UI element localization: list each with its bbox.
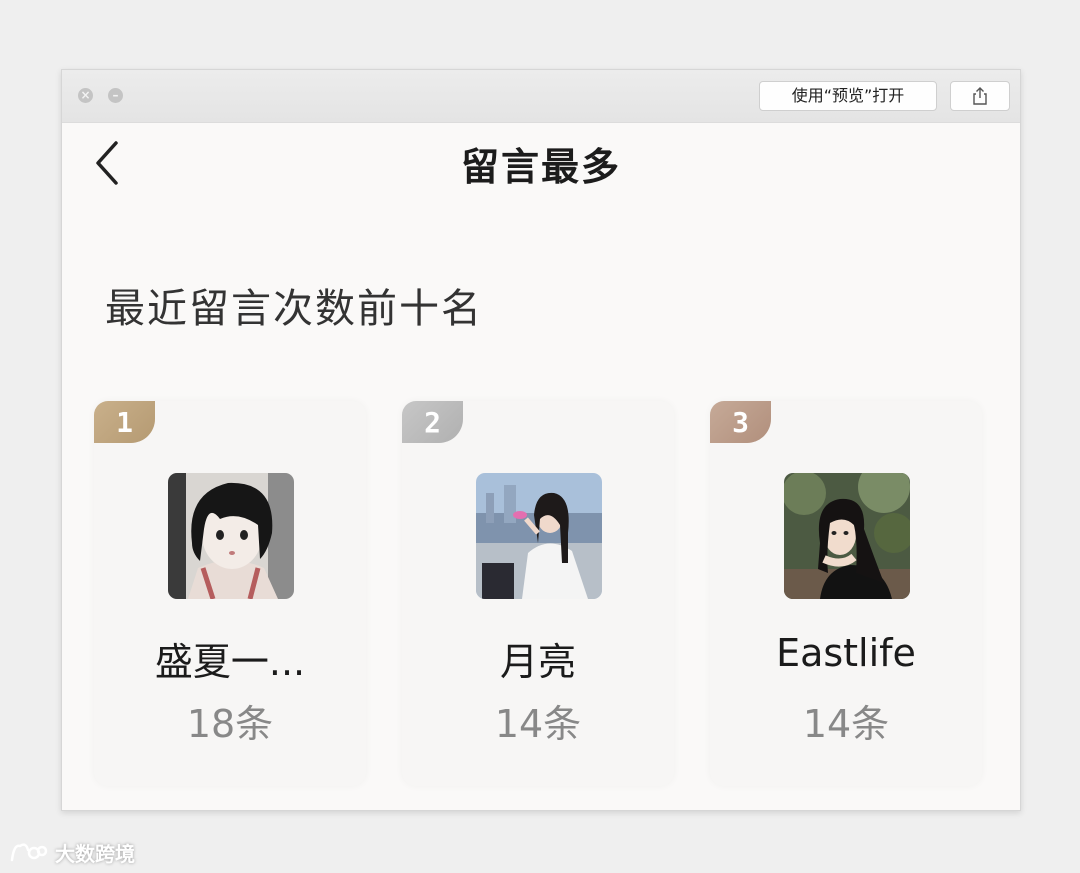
close-window-button[interactable]: × xyxy=(78,88,93,103)
user-name: 盛夏一... xyxy=(154,640,306,684)
ranking-card-2[interactable]: 2 月亮 14条 xyxy=(402,401,674,786)
share-icon xyxy=(973,87,987,105)
preview-window: × – 使用“预览”打开 留言最多 最近留言次数前十名 1 盛夏一... 18条… xyxy=(61,69,1021,811)
message-count: 14条 xyxy=(802,702,890,746)
section-title: 最近留言次数前十名 xyxy=(105,286,483,332)
avatar xyxy=(476,473,602,599)
message-count: 18条 xyxy=(186,702,274,746)
page-title: 留言最多 xyxy=(460,145,621,189)
share-button[interactable] xyxy=(950,81,1010,111)
titlebar: × – 使用“预览”打开 xyxy=(62,70,1020,123)
minimize-window-button[interactable]: – xyxy=(108,88,123,103)
user-name: 月亮 xyxy=(499,640,576,684)
rank-badge: 3 xyxy=(710,401,771,443)
ranking-card-1[interactable]: 1 盛夏一... 18条 xyxy=(94,401,366,786)
avatar xyxy=(168,473,294,599)
watermark-text: 大数跨境 xyxy=(54,842,135,866)
rank-badge: 1 xyxy=(94,401,155,443)
message-count: 14条 xyxy=(494,702,582,746)
open-in-preview-button[interactable]: 使用“预览”打开 xyxy=(759,81,937,111)
ranking-card-3[interactable]: 3 Eastlife 14条 xyxy=(710,401,982,786)
rank-badge: 2 xyxy=(402,401,463,443)
user-name: Eastlife xyxy=(776,631,916,675)
avatar xyxy=(784,473,910,599)
watermark-logo-icon xyxy=(10,842,48,861)
watermark: 大数跨境 xyxy=(8,838,135,868)
